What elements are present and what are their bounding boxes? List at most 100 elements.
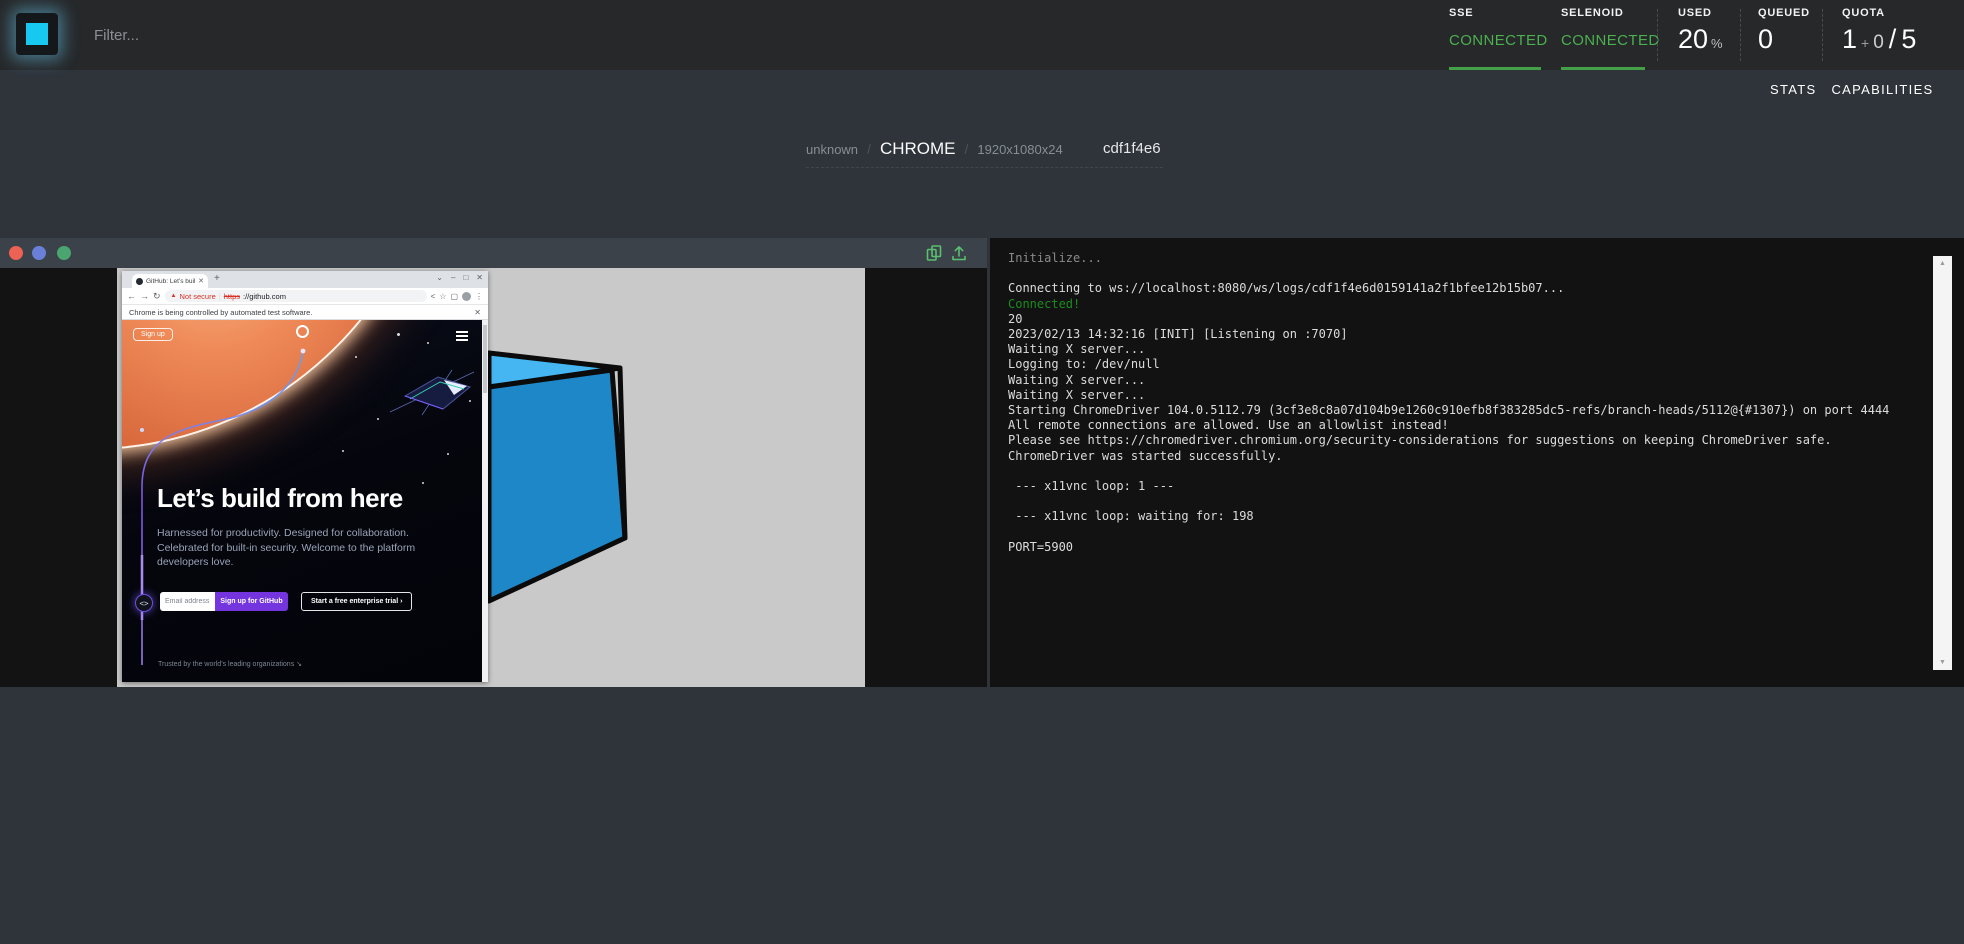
github-hero-subheading: Harnessed for productivity. Designed for…	[157, 526, 457, 570]
used-unit: %	[1711, 36, 1723, 51]
tab-close-icon[interactable]: ✕	[198, 277, 204, 285]
profile-box-icon[interactable]: ▢	[450, 292, 458, 301]
log-line: Waiting X server...	[1008, 388, 1908, 403]
forward-icon[interactable]: →	[140, 291, 149, 301]
share-icon[interactable]: <	[431, 292, 436, 301]
selenoid-value: CONNECTED	[1561, 32, 1660, 49]
trusted-by-text: Trusted by the world’s leading organizat…	[158, 660, 302, 668]
queued-stat: QUEUED 0	[1758, 7, 1810, 55]
signup-for-github-button[interactable]: Sign up for GitHub	[215, 592, 288, 611]
log-line: All remote connections are allowed. Use …	[1008, 418, 1908, 433]
separator-slash: /	[965, 141, 969, 157]
tab-capabilities[interactable]: CAPABILITIES	[1831, 82, 1933, 97]
new-tab-icon[interactable]: +	[214, 273, 220, 284]
close-traffic-light[interactable]	[9, 246, 23, 260]
github-page: Sign up Let’s build from here Harnessed …	[122, 320, 488, 682]
log-line: Waiting X server...	[1008, 373, 1908, 388]
sse-connected-underline	[1449, 67, 1541, 70]
chrome-tab[interactable]: GitHub: Let’s build from he ✕	[132, 274, 208, 288]
trajectory-dot	[140, 428, 144, 432]
log-line: 20	[1008, 312, 1908, 327]
github-favicon-icon	[136, 278, 143, 285]
window-chevron-icon[interactable]: ⌄	[436, 273, 443, 282]
chrome-tab-title: GitHub: Let’s build from he	[146, 278, 195, 285]
logo-cyan-square	[26, 23, 48, 45]
hamburger-menu-icon[interactable]	[456, 331, 468, 343]
quota-total: 5	[1901, 24, 1916, 55]
view-tabs: STATS CAPABILITIES	[1770, 82, 1934, 97]
log-line	[1008, 464, 1908, 479]
scroll-down-icon[interactable]: ▼	[1933, 655, 1952, 670]
selenoid-connected-underline	[1561, 67, 1645, 70]
log-line: PORT=5900	[1008, 540, 1908, 555]
github-cta-row: Sign up for GitHub Start a free enterpri…	[160, 592, 412, 611]
session-row-divider	[806, 167, 1163, 168]
log-line: Starting ChromeDriver 104.0.5112.79 (3cf…	[1008, 403, 1908, 418]
minimize-traffic-light[interactable]	[32, 246, 46, 260]
url-scheme: https	[224, 292, 240, 301]
window-minimize-icon[interactable]: –	[451, 273, 455, 282]
log-scrollbar[interactable]: ▲ ▼	[1933, 256, 1952, 670]
separator-slash: /	[867, 141, 871, 157]
trajectory-dot	[301, 349, 306, 354]
email-field[interactable]	[160, 592, 215, 611]
automation-infobar: Chrome is being controlled by automated …	[122, 305, 488, 320]
reload-icon[interactable]: ↻	[153, 291, 161, 302]
copy-icon[interactable]	[925, 244, 943, 262]
fullscreen-traffic-light[interactable]	[57, 246, 71, 260]
quota-plus: +	[1861, 35, 1869, 51]
sse-value: CONNECTED	[1449, 32, 1548, 49]
enterprise-trial-button[interactable]: Start a free enterprise trial ›	[301, 592, 412, 611]
window-close-icon[interactable]: ✕	[476, 273, 483, 282]
not-secure-warning-icon: ▲	[171, 293, 177, 299]
log-line: --- x11vnc loop: waiting for: 198	[1008, 509, 1908, 524]
top-bar: SSE CONNECTED SELENOID CONNECTED USED 20…	[0, 0, 1964, 70]
log-line: Connected!	[1008, 297, 1908, 312]
upload-icon[interactable]	[950, 244, 968, 262]
github-signup-button[interactable]: Sign up	[133, 328, 173, 341]
log-line: Initialize...	[1008, 251, 1908, 266]
session-id-link[interactable]: cdf1f4e6	[1103, 140, 1161, 157]
browser-scrollbar-thumb[interactable]	[483, 325, 487, 393]
code-badge: <>	[135, 594, 153, 612]
divider	[1657, 9, 1658, 61]
session-browser-name: CHROME	[880, 139, 956, 159]
log-line: Waiting X server...	[1008, 342, 1908, 357]
session-resolution: 1920x1080x24	[977, 142, 1062, 157]
log-line	[1008, 525, 1908, 540]
not-secure-label: Not secure	[180, 292, 216, 301]
automation-infobar-text: Chrome is being controlled by automated …	[129, 308, 474, 317]
tab-stats[interactable]: STATS	[1770, 82, 1816, 97]
infobar-close-icon[interactable]: ✕	[474, 308, 481, 317]
queued-label: QUEUED	[1758, 7, 1810, 19]
divider	[1740, 9, 1741, 61]
github-logo-icon	[296, 325, 309, 338]
filter-input[interactable]	[94, 17, 514, 53]
github-hero-heading: Let’s build from here	[157, 483, 403, 514]
quota-slash: /	[1889, 24, 1897, 55]
scroll-up-icon[interactable]: ▲	[1933, 256, 1952, 271]
chrome-tabstrip: GitHub: Let’s build from he ✕ + ⌄ – □ ✕	[122, 271, 488, 288]
log-line: ChromeDriver was started successfully.	[1008, 449, 1908, 464]
bookmark-star-icon[interactable]: ☆	[439, 292, 446, 301]
vnc-screen[interactable]: GitHub: Let’s build from he ✕ + ⌄ – □ ✕ …	[117, 268, 865, 687]
back-icon[interactable]: ←	[127, 291, 136, 301]
selenoid-ui-app: SSE CONNECTED SELENOID CONNECTED USED 20…	[0, 0, 1964, 944]
window-maximize-icon[interactable]: □	[463, 273, 468, 282]
browser-scrollbar[interactable]	[482, 320, 488, 682]
log-line: 2023/02/13 14:32:16 [INIT] [Listening on…	[1008, 327, 1908, 342]
queued-value: 0	[1758, 24, 1773, 55]
session-quota-user: unknown	[806, 142, 858, 157]
spacecraft-graphic	[390, 370, 474, 415]
url-host: ://github.com	[243, 292, 286, 301]
app-logo-icon[interactable]	[16, 13, 58, 55]
used-label: USED	[1678, 7, 1723, 19]
vnc-titlebar	[0, 238, 987, 268]
chrome-menu-icon[interactable]: ⋮	[475, 292, 483, 301]
quota-used: 1	[1842, 24, 1857, 55]
address-bar[interactable]: ▲ Not secure | https://github.com	[165, 290, 427, 302]
log-line: --- x11vnc loop: 1 ---	[1008, 479, 1908, 494]
quota-label: QUOTA	[1842, 7, 1916, 19]
log-lines: Initialize... Connecting to ws://localho…	[1008, 251, 1908, 555]
profile-avatar[interactable]	[462, 292, 471, 301]
